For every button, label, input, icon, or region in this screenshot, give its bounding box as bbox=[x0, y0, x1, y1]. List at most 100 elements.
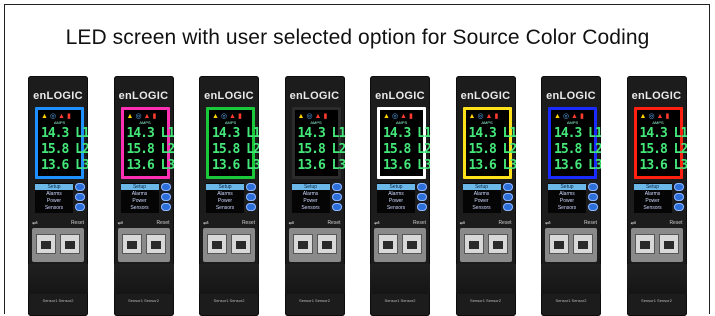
menu-item-power[interactable]: Power bbox=[634, 198, 672, 204]
reset-label[interactable]: Reset bbox=[71, 220, 84, 226]
pdu-unit: enLOGIC ▲ ◎ ▲ ▮ AMPS 14.3 L1 15.8 L2 13.6 L3 Setu… bbox=[541, 76, 601, 316]
menu-item-power[interactable]: Power bbox=[548, 198, 586, 204]
menu-item-power[interactable]: Power bbox=[121, 198, 159, 204]
menu-item-sensors[interactable]: Sensors bbox=[377, 205, 415, 211]
ethernet-port-icon[interactable] bbox=[549, 234, 569, 254]
network-ports bbox=[459, 228, 512, 262]
menu-button[interactable] bbox=[160, 193, 171, 201]
menu-button[interactable] bbox=[160, 183, 171, 191]
menu-item-power[interactable]: Power bbox=[206, 198, 244, 204]
menu-item-alarms[interactable]: Alarms bbox=[377, 191, 415, 197]
amps-label: AMPS bbox=[224, 120, 237, 125]
menu-item-sensors[interactable]: Sensors bbox=[634, 205, 672, 211]
reset-label[interactable]: Reset bbox=[156, 220, 169, 226]
menu-button[interactable] bbox=[160, 203, 171, 211]
ethernet-port-icon[interactable] bbox=[658, 234, 679, 254]
ethernet-port-icon[interactable] bbox=[487, 234, 508, 254]
usb-icon: ⇌ bbox=[288, 220, 295, 227]
sensor-labels: Sensor1 Sensor2 bbox=[213, 298, 245, 303]
usb-reset-row: ⇌ Reset bbox=[289, 219, 341, 227]
menu-item-alarms[interactable]: Alarms bbox=[206, 191, 244, 197]
menu-item-power[interactable]: Power bbox=[377, 198, 415, 204]
menu-button[interactable] bbox=[331, 183, 342, 191]
ethernet-port-icon[interactable] bbox=[378, 234, 398, 254]
reset-label[interactable]: Reset bbox=[413, 220, 426, 226]
menu-button[interactable] bbox=[246, 193, 256, 201]
menu-button[interactable] bbox=[417, 183, 427, 191]
menu-item-setup[interactable]: Setup bbox=[462, 184, 501, 190]
menu-button[interactable] bbox=[502, 193, 513, 201]
menu-button[interactable] bbox=[331, 203, 342, 211]
menu-button[interactable] bbox=[331, 193, 342, 201]
menu-item-sensors[interactable]: Sensors bbox=[548, 205, 586, 211]
menu-item-setup[interactable]: Setup bbox=[35, 184, 73, 190]
sensor-labels: Sensor1 Sensor2 bbox=[555, 298, 587, 303]
menu-item-sensors[interactable]: Sensors bbox=[292, 205, 330, 211]
ethernet-port-icon[interactable] bbox=[145, 234, 166, 254]
reset-label[interactable]: Reset bbox=[669, 220, 682, 226]
reset-label[interactable]: Reset bbox=[498, 220, 511, 226]
reset-label[interactable]: Reset bbox=[242, 220, 255, 226]
menu-item-setup[interactable]: Setup bbox=[120, 184, 159, 190]
alarm-indicator-icon: ▮ bbox=[152, 113, 157, 120]
menu-button[interactable] bbox=[246, 203, 256, 211]
menu-button[interactable] bbox=[673, 193, 684, 201]
menu-item-sensors[interactable]: Sensors bbox=[206, 205, 244, 211]
alert-icon: ▲ bbox=[571, 113, 578, 120]
reset-label[interactable]: Reset bbox=[584, 220, 597, 226]
menu-item-setup[interactable]: Setup bbox=[206, 184, 244, 190]
menu-item-sensors[interactable]: Sensors bbox=[121, 205, 159, 211]
menu-button[interactable] bbox=[673, 183, 684, 191]
phase-reading: 14.3 L1 bbox=[383, 126, 430, 141]
menu-button[interactable] bbox=[673, 203, 684, 211]
menu-item-setup[interactable]: Setup bbox=[291, 184, 330, 190]
menu-item-alarms[interactable]: Alarms bbox=[35, 191, 73, 197]
menu-item-sensors[interactable]: Sensors bbox=[463, 205, 501, 211]
ethernet-port-icon[interactable] bbox=[292, 234, 313, 254]
menu-button[interactable] bbox=[417, 203, 427, 211]
sensor-labels: Sensor1 Sensor2 bbox=[470, 298, 501, 303]
menu-item-power[interactable]: Power bbox=[35, 198, 73, 204]
ethernet-port-icon[interactable] bbox=[36, 234, 56, 254]
menu-item-alarms[interactable]: Alarms bbox=[548, 191, 586, 197]
phase-reading: 15.8 L2 bbox=[639, 142, 687, 157]
ethernet-port-icon[interactable] bbox=[207, 234, 227, 254]
menu-button[interactable] bbox=[75, 183, 85, 191]
ethernet-port-icon[interactable] bbox=[316, 234, 337, 254]
ethernet-port-icon[interactable] bbox=[463, 234, 484, 254]
figure-title: LED screen with user selected option for… bbox=[65, 26, 650, 49]
menu-button[interactable] bbox=[588, 193, 598, 201]
sensor-labels: Sensor1 Sensor2 bbox=[128, 298, 159, 303]
usb-icon: ⇌ bbox=[630, 220, 637, 227]
ethernet-port-icon[interactable] bbox=[121, 234, 142, 254]
menu-item-setup[interactable]: Setup bbox=[548, 184, 586, 190]
ethernet-port-icon[interactable] bbox=[60, 234, 80, 254]
menu-button[interactable] bbox=[588, 183, 598, 191]
menu-button[interactable] bbox=[502, 183, 513, 191]
ethernet-port-icon[interactable] bbox=[634, 234, 655, 254]
menu-button[interactable] bbox=[417, 193, 427, 201]
phase-reading: 13.6 L3 bbox=[554, 158, 601, 173]
menu-item-sensors[interactable]: Sensors bbox=[35, 205, 73, 211]
menu-button[interactable] bbox=[502, 203, 513, 211]
sensor-labels: Sensor1 Sensor2 bbox=[299, 298, 330, 303]
menu-item-setup[interactable]: Setup bbox=[633, 184, 672, 190]
ethernet-port-icon[interactable] bbox=[402, 234, 422, 254]
status-icons: ▲ ◎ ▲ ▮ bbox=[469, 113, 509, 120]
menu-item-alarms[interactable]: Alarms bbox=[292, 191, 330, 197]
menu-item-alarms[interactable]: Alarms bbox=[121, 191, 159, 197]
reset-label[interactable]: Reset bbox=[327, 220, 340, 226]
menu-item-power[interactable]: Power bbox=[292, 198, 330, 204]
menu-item-alarms[interactable]: Alarms bbox=[463, 191, 501, 197]
menu-item-alarms[interactable]: Alarms bbox=[634, 191, 672, 197]
menu-button[interactable] bbox=[588, 203, 598, 211]
ethernet-port-icon[interactable] bbox=[573, 234, 593, 254]
menu-item-power[interactable]: Power bbox=[463, 198, 501, 204]
brand-logo: enLOGIC bbox=[118, 90, 169, 102]
menu-button[interactable] bbox=[75, 203, 85, 211]
menu-item-setup[interactable]: Setup bbox=[377, 184, 415, 190]
network-ports bbox=[117, 228, 170, 262]
menu-button[interactable] bbox=[246, 183, 256, 191]
menu-button[interactable] bbox=[75, 193, 85, 201]
ethernet-port-icon[interactable] bbox=[231, 234, 251, 254]
